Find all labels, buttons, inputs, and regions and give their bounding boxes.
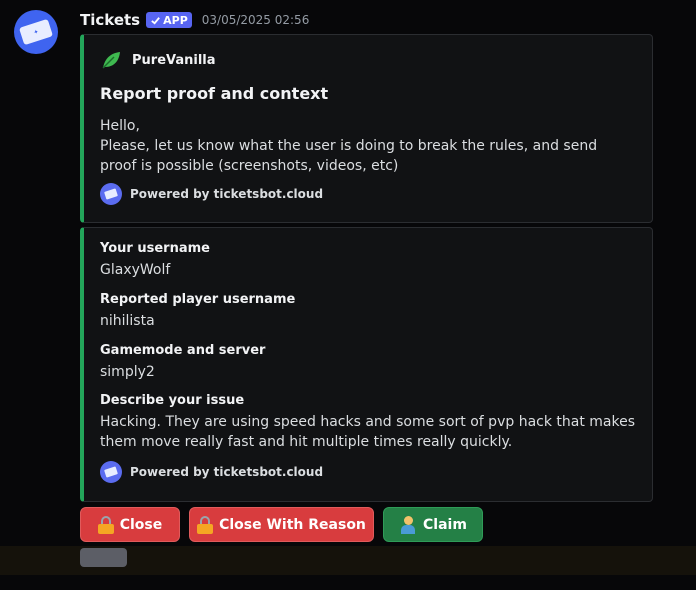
description-line: Hello, xyxy=(100,118,140,134)
ticket-icon: ✦ xyxy=(18,18,54,46)
loading-placeholder xyxy=(80,548,127,567)
message-header: Tickets APP 03/05/2025 02:56 xyxy=(80,8,309,32)
close-button[interactable]: Close xyxy=(80,507,180,542)
field-name: Describe your issue xyxy=(100,393,245,408)
field-describe-issue: Describe your issue Hacking. They are us… xyxy=(100,392,640,452)
field-name: Gamemode and server xyxy=(100,343,266,358)
footer-text: Powered by ticketsbot.cloud xyxy=(130,465,324,479)
field-gamemode-server: Gamemode and server simply2 xyxy=(100,342,640,382)
app-badge: APP xyxy=(146,12,192,28)
field-name: Reported player username xyxy=(100,292,296,307)
claim-button-label: Claim xyxy=(423,516,467,533)
field-reported-username: Reported player username nihilista xyxy=(100,291,640,331)
embed-author-name: PureVanilla xyxy=(132,52,216,68)
check-icon xyxy=(151,16,160,25)
field-value: GlaxyWolf xyxy=(100,262,171,278)
claim-button[interactable]: Claim xyxy=(383,507,483,542)
embed-footer: Powered by ticketsbot.cloud xyxy=(100,461,323,483)
embed-report-fields: Your username GlaxyWolf Reported player … xyxy=(80,227,653,502)
close-with-reason-button[interactable]: Close With Reason xyxy=(189,507,374,542)
embed-author: PureVanilla xyxy=(100,49,216,71)
lock-icon xyxy=(97,515,114,534)
footer-text: Powered by ticketsbot.cloud xyxy=(130,187,324,201)
lock-icon xyxy=(197,515,214,534)
bot-avatar[interactable]: ✦ xyxy=(14,10,58,54)
app-badge-label: APP xyxy=(163,13,188,27)
embed-title: Report proof and context xyxy=(100,84,329,103)
field-value: simply2 xyxy=(100,364,155,380)
embed-footer: Powered by ticketsbot.cloud xyxy=(100,183,323,205)
message-timestamp: 03/05/2025 02:56 xyxy=(201,13,310,27)
ticket-icon xyxy=(100,461,122,483)
field-your-username: Your username GlaxyWolf xyxy=(100,240,640,280)
close-with-reason-label: Close With Reason xyxy=(219,516,366,533)
ticket-icon xyxy=(100,183,122,205)
embed-description: Hello, Please, let us know what the user… xyxy=(100,116,630,176)
field-value: Hacking. They are using speed hacks and … xyxy=(100,414,636,450)
description-line: Please, let us know what the user is doi… xyxy=(100,138,598,174)
person-icon xyxy=(399,515,417,534)
field-name: Your username xyxy=(100,241,210,256)
leaf-icon xyxy=(100,49,122,71)
close-button-label: Close xyxy=(119,516,163,533)
field-value: nihilista xyxy=(100,313,155,329)
bot-username[interactable]: Tickets xyxy=(80,11,140,29)
embed-report-proof: PureVanilla Report proof and context Hel… xyxy=(80,34,653,223)
